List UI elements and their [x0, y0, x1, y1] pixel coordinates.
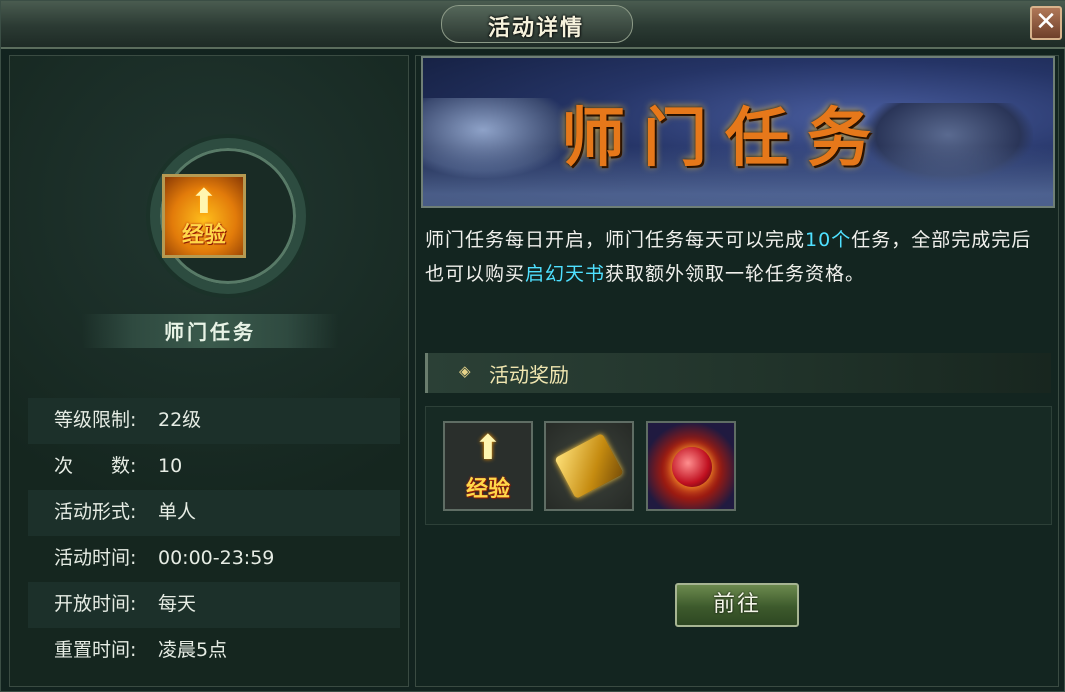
- info-key: 开放时间:: [54, 593, 137, 615]
- info-value: 每天: [158, 593, 197, 615]
- banner-title: 师门任务: [561, 101, 889, 176]
- window-title: 活动详情: [487, 16, 584, 41]
- activity-info-list: 等级限制: 22级 次 数: 10 活动形式: 单人 活动时间: 00:00-23:59…: [28, 398, 400, 674]
- exp-icon: ⬆ 经验: [162, 174, 246, 258]
- info-row-time: 活动时间: 00:00-23:59: [28, 536, 400, 582]
- reward-item-orb[interactable]: [646, 421, 736, 511]
- rewards-title: 活动奖励: [489, 363, 569, 387]
- info-row-level: 等级限制: 22级: [28, 398, 400, 444]
- description-highlight: 10个: [805, 229, 852, 251]
- activity-info-panel: ⬆ 经验 师门任务 等级限制: 22级 次 数: 10 活动形式: 单人 活动时间: 0…: [9, 55, 409, 687]
- info-key: 次 数:: [54, 455, 137, 477]
- info-value: 凌晨5点: [158, 639, 228, 661]
- description-text: 获取额外领取一轮任务资格。: [605, 263, 866, 285]
- info-value: 22级: [158, 409, 202, 431]
- description-highlight: 启幻天书: [525, 263, 606, 285]
- info-row-count: 次 数: 10: [28, 444, 400, 490]
- diamond-icon: ◈: [459, 362, 471, 380]
- info-value: 00:00-23:59: [158, 547, 275, 569]
- activity-description: 师门任务每日开启，师门任务每天可以完成10个任务，全部完成完后也可以购买启幻天书…: [425, 223, 1051, 291]
- reward-item-scroll[interactable]: [544, 421, 634, 511]
- info-row-open: 开放时间: 每天: [28, 582, 400, 628]
- orb-icon: [672, 447, 712, 487]
- info-key: 重置时间:: [54, 639, 137, 661]
- activity-detail-window: 活动详情 ✕ ⬆ 经验 师门任务 等级限制: 22级 次 数: 10 活动形式: 单人…: [0, 0, 1065, 692]
- info-row-form: 活动形式: 单人: [28, 490, 400, 536]
- go-button[interactable]: 前往: [675, 583, 799, 627]
- reward-item-label: 经验: [465, 477, 510, 502]
- up-arrow-icon: ⬆: [473, 428, 503, 468]
- activity-name: 师门任务: [164, 320, 256, 344]
- description-text: 师门任务每日开启，师门任务每天可以完成: [425, 229, 806, 251]
- reward-item-exp[interactable]: ⬆ 经验: [443, 421, 533, 511]
- up-arrow-icon: ⬆: [189, 182, 219, 222]
- info-value: 单人: [158, 501, 197, 523]
- scroll-icon: [554, 433, 624, 499]
- exp-icon-label: 经验: [181, 223, 226, 248]
- info-value: 10: [158, 455, 183, 477]
- info-row-reset: 重置时间: 凌晨5点: [28, 628, 400, 674]
- info-key: 活动形式:: [54, 501, 137, 523]
- info-key: 等级限制:: [54, 409, 137, 431]
- close-button[interactable]: ✕: [1030, 6, 1062, 40]
- info-key: 活动时间:: [54, 547, 137, 569]
